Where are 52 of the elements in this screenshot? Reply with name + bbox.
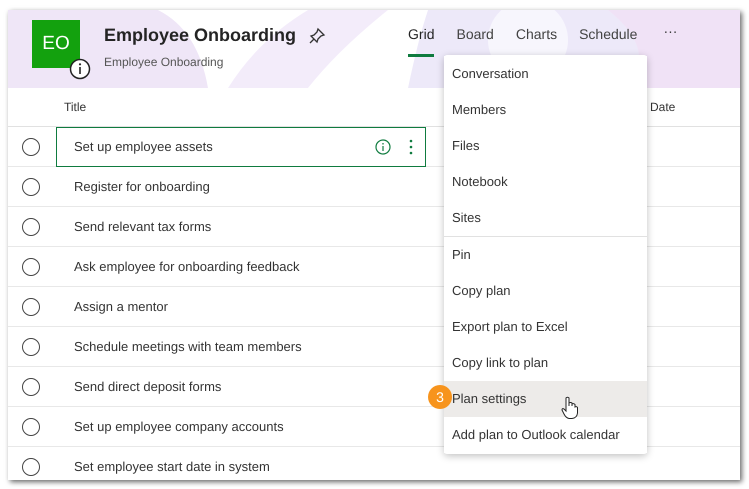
complete-checkbox[interactable] — [22, 378, 40, 396]
tab[interactable]: Board — [456, 24, 494, 57]
complete-checkbox[interactable] — [22, 338, 40, 356]
menu-item[interactable]: Pin — [444, 237, 647, 273]
complete-checkbox[interactable] — [22, 138, 40, 156]
task-title: Assign a mentor — [74, 298, 169, 316]
menu-item[interactable]: Copy link to plan — [444, 345, 647, 381]
task-title: Ask employee for onboarding feedback — [74, 258, 300, 276]
menu-item[interactable]: Files — [444, 128, 647, 164]
task-title-cell[interactable]: Set up employee assets — [56, 126, 426, 166]
menu-item[interactable]: Copy plan — [444, 273, 647, 309]
menu-item[interactable]: Export plan to Excel — [444, 309, 647, 345]
column-header[interactable]: Date — [650, 98, 676, 116]
task-title-cell[interactable]: Assign a mentor — [56, 286, 418, 326]
task-title: Register for onboarding — [74, 178, 211, 196]
menu-item[interactable]: Members — [444, 92, 647, 128]
pin-icon[interactable] — [308, 26, 326, 44]
column-header[interactable]: Title — [64, 98, 86, 116]
menu-item[interactable]: Sites — [444, 200, 647, 236]
task-title: Send relevant tax forms — [74, 218, 212, 236]
tab[interactable]: Grid — [408, 24, 434, 57]
tab[interactable]: Schedule — [579, 24, 638, 57]
menu-item[interactable]: Plan settings — [444, 381, 647, 417]
info-icon[interactable] — [69, 58, 91, 80]
task-title-cell[interactable]: Send relevant tax forms — [56, 206, 418, 246]
task-title-cell[interactable]: Set up employee company accounts — [56, 406, 418, 446]
hand-cursor-icon — [561, 396, 579, 420]
complete-checkbox[interactable] — [22, 418, 40, 436]
menu-item[interactable]: Add plan to Outlook calendar — [444, 417, 647, 453]
plan-avatar: EO — [32, 20, 80, 68]
task-title: Set employee start date in system — [74, 458, 271, 476]
task-title: Set up employee company accounts — [74, 418, 285, 436]
complete-checkbox[interactable] — [22, 258, 40, 276]
menu-item[interactable]: Conversation — [444, 56, 647, 92]
task-title-cell[interactable]: Ask employee for onboarding feedback — [56, 246, 418, 286]
task-title-cell[interactable]: Schedule meetings with team members — [56, 326, 418, 366]
more-vertical-icon[interactable] — [409, 138, 413, 154]
task-title: Schedule meetings with team members — [74, 338, 303, 356]
task-title-cell[interactable]: Set employee start date in system — [56, 446, 418, 480]
task-title-cell[interactable]: Send direct deposit forms — [56, 366, 418, 406]
complete-checkbox[interactable] — [22, 298, 40, 316]
complete-checkbox[interactable] — [22, 218, 40, 236]
menu-item[interactable]: Notebook — [444, 164, 647, 200]
task-title-cell[interactable]: Register for onboarding — [56, 166, 418, 206]
plan-title: Employee Onboarding — [104, 24, 296, 47]
complete-checkbox[interactable] — [22, 458, 40, 476]
more-button[interactable]: ··· — [663, 24, 678, 38]
complete-checkbox[interactable] — [22, 178, 40, 196]
task-title: Set up employee assets — [74, 138, 214, 156]
plan-subtitle: Employee Onboarding — [104, 54, 224, 71]
step-badge: 3 — [428, 385, 452, 409]
task-title: Send direct deposit forms — [74, 378, 222, 396]
